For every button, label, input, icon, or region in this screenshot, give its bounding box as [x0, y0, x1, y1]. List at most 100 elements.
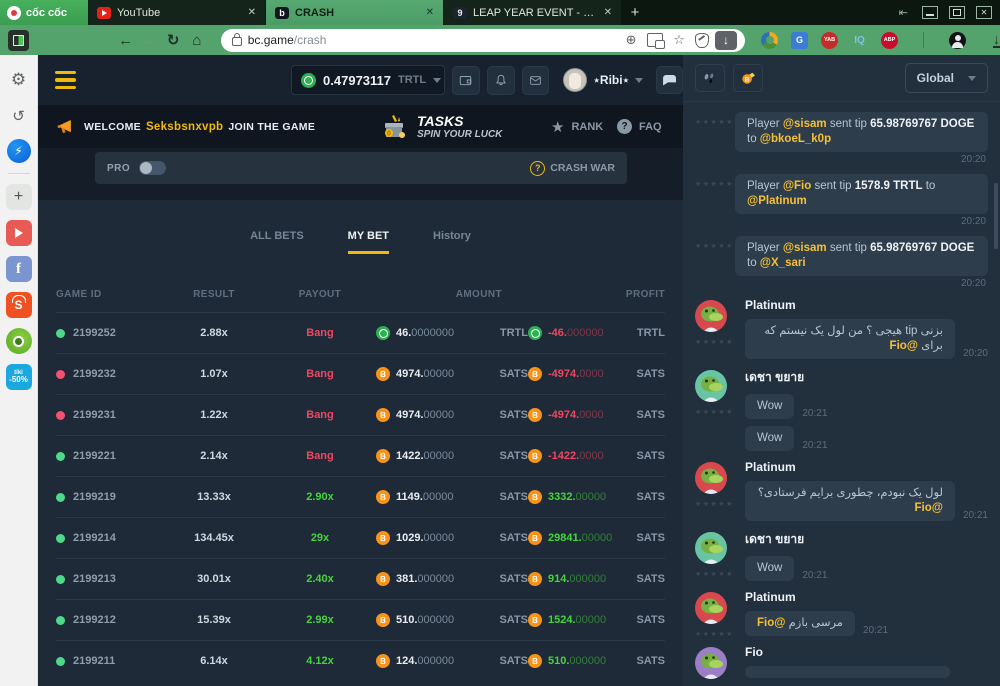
mention[interactable]: @Fio	[915, 502, 943, 514]
user-menu[interactable]: ٭Ribi٭	[563, 68, 643, 92]
tip-text: Player	[747, 242, 780, 254]
shield-icon[interactable]	[695, 33, 709, 48]
tab-all-bets[interactable]: ALL BETS	[250, 230, 304, 254]
table-row[interactable]: 2199214134.45x29xB1029.00000SATSB29841.0…	[56, 517, 665, 558]
restore-button[interactable]	[949, 6, 965, 19]
chevron-down-icon	[968, 76, 976, 81]
tip-button[interactable]: B	[733, 64, 763, 92]
notifications-button[interactable]	[487, 66, 515, 95]
avatar[interactable]	[695, 532, 727, 564]
rain-button[interactable]	[695, 64, 725, 92]
money-int: 510.	[548, 655, 569, 667]
mention[interactable]: @Fio	[757, 617, 785, 629]
tasks-widget[interactable]: 0 TASKS SPIN YOUR LUCK	[380, 105, 502, 148]
browser-profile-avatar[interactable]	[949, 32, 966, 49]
translate-icon[interactable]	[647, 33, 663, 47]
bookmark-star-icon[interactable]: ☆	[669, 32, 689, 48]
money-decimals: 00000	[582, 532, 613, 544]
lock-icon[interactable]	[232, 37, 242, 46]
messenger-icon[interactable]: ⚡	[7, 139, 31, 163]
reload-icon[interactable]: ↻	[161, 31, 185, 49]
mention[interactable]: @Fio	[890, 340, 918, 352]
chat-toggle-button[interactable]	[656, 66, 683, 94]
tiki-shortcut-icon[interactable]: tiki -50%	[6, 364, 32, 390]
avatar[interactable]	[695, 370, 727, 402]
add-shortcut-button[interactable]: +	[6, 184, 32, 210]
table-row[interactable]: 21992311.22xBangB4974.00000SATSB-4974.00…	[56, 394, 665, 435]
facebook-shortcut-icon[interactable]: f	[6, 256, 32, 282]
pin-window-icon[interactable]: ⇤	[899, 6, 908, 19]
table-row[interactable]: 21992212.14xBangB1422.00000SATSB-1422.00…	[56, 435, 665, 476]
browser-tab-bcgame[interactable]: bCRASH✕	[266, 0, 444, 25]
mention[interactable]: @X_sari	[760, 257, 806, 269]
coccoc-brand[interactable]: cốc cốc	[0, 0, 88, 25]
amount-cell: B510.000000SATS	[376, 613, 528, 627]
browser-side-panel: ⚙ ↺ ⚡ + f S tiki -50%	[0, 55, 38, 686]
forward-icon[interactable]: →	[138, 32, 162, 49]
avatar[interactable]	[695, 592, 727, 624]
profit-cell: B-4974.0000SATS	[528, 408, 665, 422]
google-translate-extension-icon[interactable]: G	[791, 32, 808, 49]
money-decimals: 0000	[579, 450, 603, 462]
coccoc-capture-icon[interactable]	[6, 328, 32, 354]
tab-close-icon[interactable]: ✕	[248, 7, 256, 18]
adblock-extension-icon[interactable]: ABP	[881, 32, 898, 49]
table-row[interactable]: 219921215.39x2.99xB510.000000SATSB1524.0…	[56, 599, 665, 640]
btc-coin-icon: B	[376, 531, 390, 545]
hamburger-menu-icon[interactable]	[55, 71, 76, 90]
pro-toggle[interactable]	[139, 161, 166, 175]
avatar[interactable]	[695, 300, 727, 332]
table-row[interactable]: 21992522.88xBang46.0000000TRTL-46.000000…	[56, 312, 665, 353]
new-tab-button[interactable]: +	[622, 0, 648, 25]
chat-channel-dropdown[interactable]: Global	[905, 63, 988, 93]
close-button[interactable]: ✕	[976, 6, 992, 19]
status-dot-icon	[56, 329, 65, 338]
balance-selector[interactable]: 0.47973117 TRTL	[291, 65, 445, 95]
crash-war-link[interactable]: ? CRASH WAR	[530, 161, 615, 176]
tab-my-bet[interactable]: MY BET	[348, 230, 389, 254]
user-name: ٭Ribi٭	[593, 73, 629, 87]
tab-history[interactable]: History	[433, 230, 471, 254]
download-page-button[interactable]: ↓	[715, 31, 737, 50]
mention[interactable]: @sisam	[783, 242, 827, 254]
table-row[interactable]: 21992321.07xBangB4974.00000SATSB-4974.00…	[56, 353, 665, 394]
status-dot-icon	[56, 575, 65, 584]
status-dot-icon	[56, 534, 65, 543]
table-row[interactable]: 21992116.14x4.12xB124.000000SATSB510.000…	[56, 640, 665, 681]
table-row[interactable]: 219921913.33x2.90xB1149.00000SATSB3332.0…	[56, 476, 665, 517]
address-bar[interactable]: bc.game/crash ⊕ ☆ ↓	[221, 29, 745, 52]
settings-gear-icon[interactable]: ⚙	[6, 67, 32, 93]
tab-close-icon[interactable]: ✕	[426, 7, 434, 18]
money-int: 381.	[396, 573, 417, 585]
back-icon[interactable]: ←	[114, 32, 138, 49]
tip-text: sent tip	[830, 118, 867, 130]
avatar[interactable]	[695, 462, 727, 494]
home-icon[interactable]: ⌂	[185, 32, 209, 49]
mention[interactable]: @bkoeL_k0p	[760, 133, 831, 145]
wallet-button[interactable]	[452, 66, 480, 95]
mention[interactable]: @Platinum	[747, 195, 807, 207]
zoom-plus-icon[interactable]: ⊕	[621, 32, 641, 48]
table-row[interactable]: 219921330.01x2.40xB381.000000SATSB914.00…	[56, 558, 665, 599]
iq-extension-icon[interactable]: IQ	[851, 32, 868, 49]
rating-stars-icon: ★★★★★	[695, 570, 733, 578]
messages-button[interactable]	[522, 66, 550, 95]
money-int: 3332.	[548, 491, 576, 503]
shopee-shortcut-icon[interactable]: S	[6, 292, 32, 318]
avatar[interactable]	[695, 647, 727, 679]
tab-close-icon[interactable]: ✕	[604, 7, 612, 18]
downloads-icon[interactable]: ↓	[993, 33, 1000, 48]
youtube-shortcut-icon[interactable]	[6, 220, 32, 246]
faq-link[interactable]: ? FAQ	[617, 105, 662, 148]
mention[interactable]: @sisam	[783, 118, 827, 130]
history-icon[interactable]: ↺	[6, 103, 32, 129]
yab-extension-icon[interactable]: YAB	[821, 32, 838, 49]
browser-tab-youtube[interactable]: YouTube✕	[88, 0, 266, 25]
mention[interactable]: @Fio	[783, 180, 811, 192]
minimize-button[interactable]	[922, 6, 938, 19]
coccoc-wheel-extension-icon[interactable]	[761, 32, 778, 49]
browser-tab-leap[interactable]: 9LEAP YEAR EVENT - □Event -✕	[444, 0, 622, 25]
rank-link[interactable]: ★ RANK	[551, 105, 603, 148]
chat-scrollbar[interactable]	[994, 183, 998, 249]
sidebar-toggle-icon[interactable]	[8, 30, 29, 51]
